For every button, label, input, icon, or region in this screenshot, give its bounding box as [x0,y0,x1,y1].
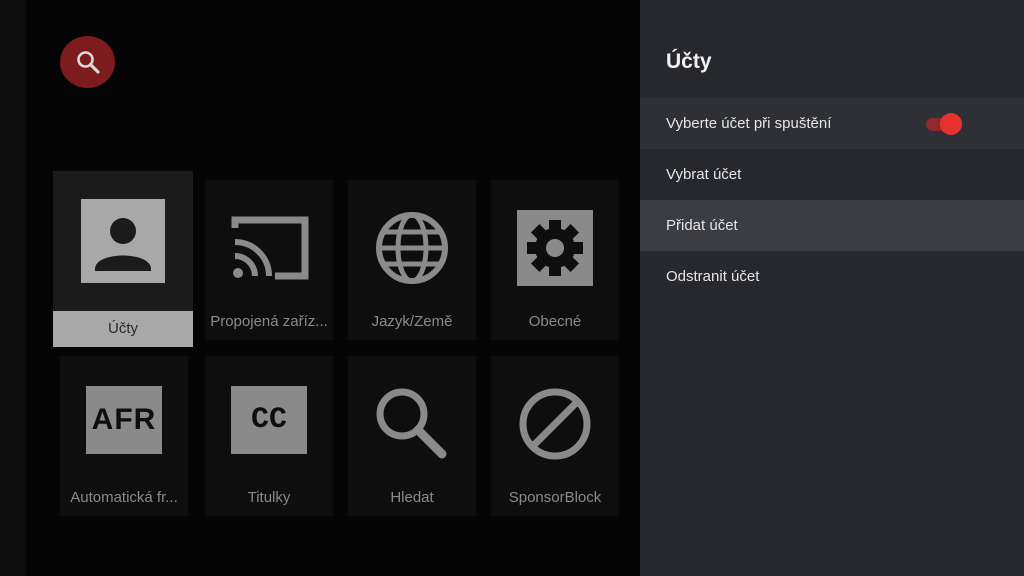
tile-label: Účty [53,311,193,347]
search-icon [370,382,454,466]
tile-label: Obecné [528,313,582,330]
captions-icon: CC [231,386,307,454]
accounts-panel: Účty Vyberte účet při spuštění Vybrat úč… [640,0,1024,576]
tile-accounts[interactable]: Účty [53,171,193,347]
select-account-item[interactable]: Vybrat účet [640,149,1024,200]
afr-icon: AFR [86,386,162,454]
tile-label: SponsorBlock [508,489,602,506]
panel-list: Vyberte účet při spuštění Vybrat účet Př… [640,98,1024,302]
captions-icon-text: CC [250,403,287,437]
account-icon [81,199,165,283]
panel-item-label: Vyberte účet při spuštění [666,115,832,132]
panel-item-label: Přidat účet [666,217,738,234]
globe-icon [370,206,454,290]
panel-title: Účty [666,50,712,73]
tile-label: Jazyk/Země [371,313,453,330]
tile-sponsorblock[interactable]: SponsorBlock [491,356,619,516]
tile-connected-devices[interactable]: Propojená zaříz... [205,180,333,340]
settings-grid-pane: Účty Propojená zaříz... Jazyk/Země Obecn… [0,0,640,576]
left-edge [0,0,26,576]
cast-icon [227,206,311,290]
block-icon [513,382,597,466]
gear-icon [513,206,597,290]
search-button[interactable] [60,36,115,88]
tile-label: Automatická fr... [70,489,178,506]
afr-icon-text: AFR [91,403,157,436]
panel-item-label: Vybrat účet [666,166,742,183]
tile-auto-frame-rate[interactable]: AFR Automatická fr... [60,356,188,516]
tile-subtitles[interactable]: CC Titulky [205,356,333,516]
tile-label: Propojená zaříz... [210,313,328,330]
remove-account-item[interactable]: Odstranit účet [640,251,1024,302]
tile-search[interactable]: Hledat [348,356,476,516]
add-account-item[interactable]: Přidat účet [640,200,1024,251]
panel-item-label: Odstranit účet [666,268,760,285]
choose-account-on-start-item[interactable]: Vyberte účet při spuštění [640,98,1024,149]
choose-account-on-start-toggle[interactable] [926,113,962,135]
tile-label: Titulky [247,489,291,506]
tile-label: Hledat [390,489,434,506]
tile-general[interactable]: Obecné [491,180,619,340]
search-icon [76,51,100,74]
toggle-thumb [940,113,962,135]
tile-language-country[interactable]: Jazyk/Země [348,180,476,340]
